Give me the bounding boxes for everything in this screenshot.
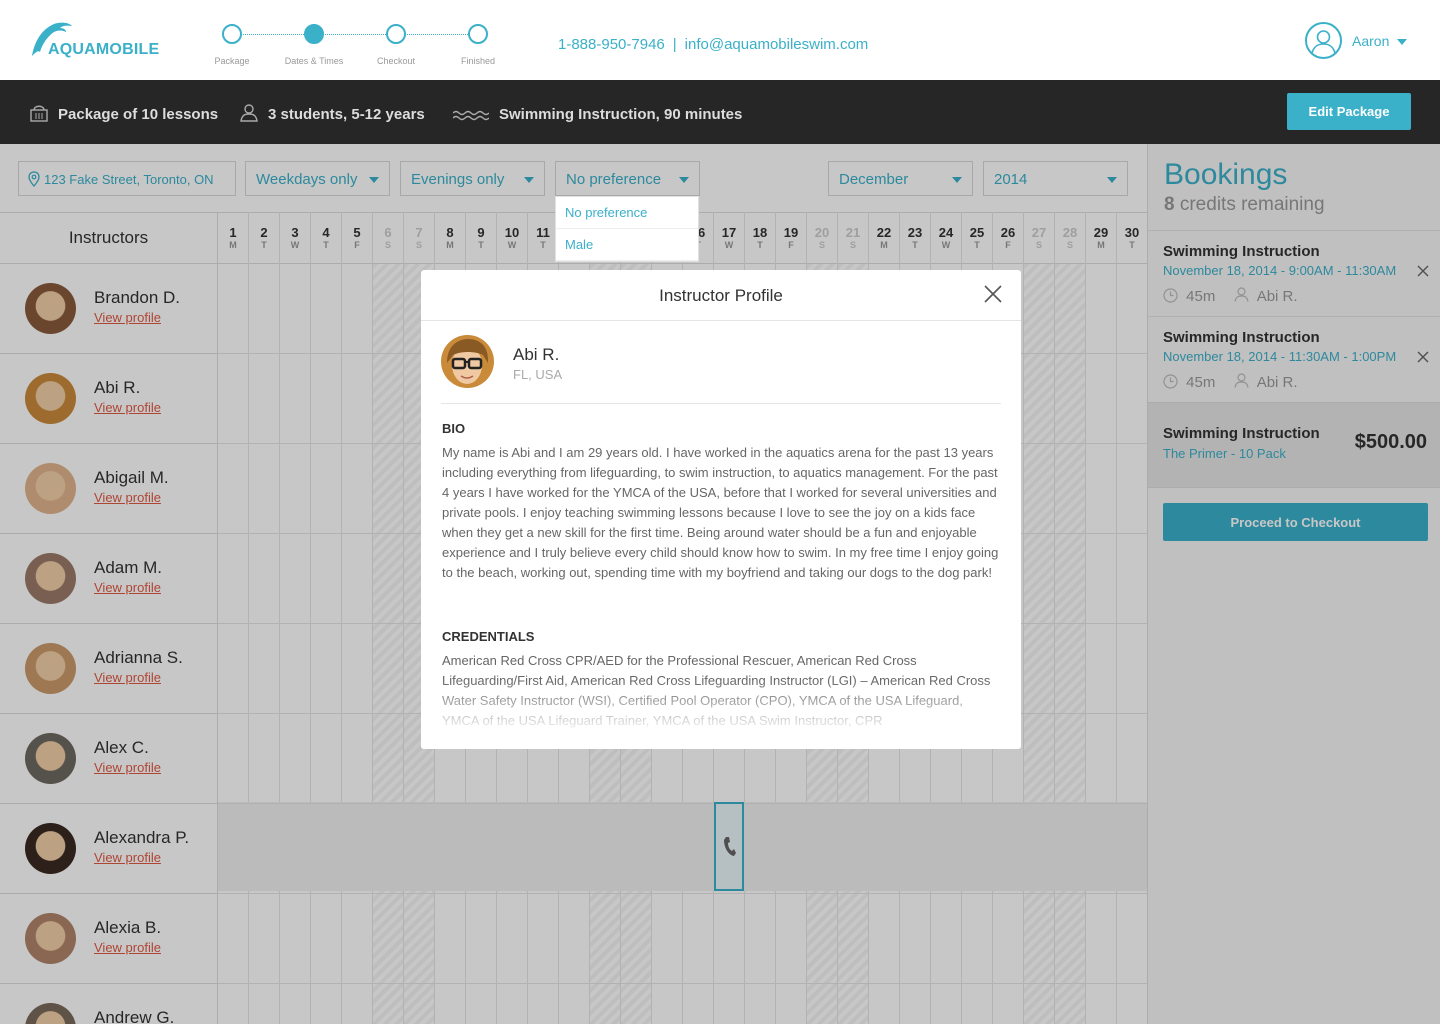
instructor-location: FL, USA	[513, 367, 563, 382]
user-avatar	[1305, 22, 1342, 59]
dropdown-option[interactable]: No preference	[556, 197, 698, 229]
contact-separator: |	[672, 36, 677, 53]
bio-text: My name is Abi and I am 29 years old. I …	[442, 445, 999, 580]
user-icon	[1311, 30, 1336, 54]
step-dot	[386, 24, 406, 44]
instructor-name: Abi R.	[513, 345, 560, 364]
contact-info: 1-888-950-7946 | info@aquamobileswim.com	[558, 36, 868, 53]
step-dot	[468, 24, 488, 44]
scroll-fade	[421, 680, 1021, 749]
email-link[interactable]: info@aquamobileswim.com	[685, 36, 869, 53]
basket-icon	[30, 105, 48, 122]
step-checkout[interactable]: Checkout	[356, 24, 436, 66]
step-dot-active	[304, 24, 324, 44]
instructor-portrait	[441, 335, 494, 388]
chevron-down-icon	[1397, 39, 1407, 45]
instructor-photo	[441, 335, 494, 388]
gender-dropdown-menu: No preference Male	[555, 196, 699, 262]
user-name: Aaron	[1352, 33, 1390, 49]
step-finished[interactable]: Finished	[438, 24, 518, 66]
close-icon	[984, 285, 1002, 303]
step-label: Dates & Times	[284, 56, 344, 66]
edit-package-button[interactable]: Edit Package	[1287, 93, 1411, 130]
divider	[441, 403, 1001, 404]
lesson-type: Swimming Instruction, 90 minutes	[499, 106, 743, 123]
person-icon	[240, 104, 258, 122]
top-header: AQUAMOBILE Package Dates & Times Checkou…	[0, 0, 1440, 80]
credentials-heading: CREDENTIALS	[442, 629, 535, 644]
logo-text: AQUAMOBILE	[48, 41, 160, 58]
package-size: Package of 10 lessons	[58, 106, 219, 123]
close-modal-button[interactable]	[983, 284, 1003, 304]
instructor-profile-modal: Instructor Profile Abi R. FL, USA BIO My…	[421, 270, 1021, 749]
step-package[interactable]: Package	[192, 24, 272, 66]
logo[interactable]: AQUAMOBILE	[28, 20, 168, 60]
bio-heading: BIO	[442, 421, 466, 436]
dropdown-option[interactable]: Male	[556, 229, 698, 261]
package-bar: Package of 10 lessons 3 students, 5-12 y…	[0, 80, 1440, 144]
step-label: Finished	[460, 56, 496, 66]
step-dot	[222, 24, 242, 44]
step-dates-times[interactable]: Dates & Times	[274, 24, 354, 66]
water-waves-icon	[453, 110, 489, 121]
step-label: Checkout	[376, 56, 416, 66]
step-label: Package	[214, 56, 250, 66]
students-info: 3 students, 5-12 years	[268, 106, 425, 123]
modal-title: Instructor Profile	[421, 270, 1021, 321]
phone-link[interactable]: 1-888-950-7946	[558, 36, 665, 53]
